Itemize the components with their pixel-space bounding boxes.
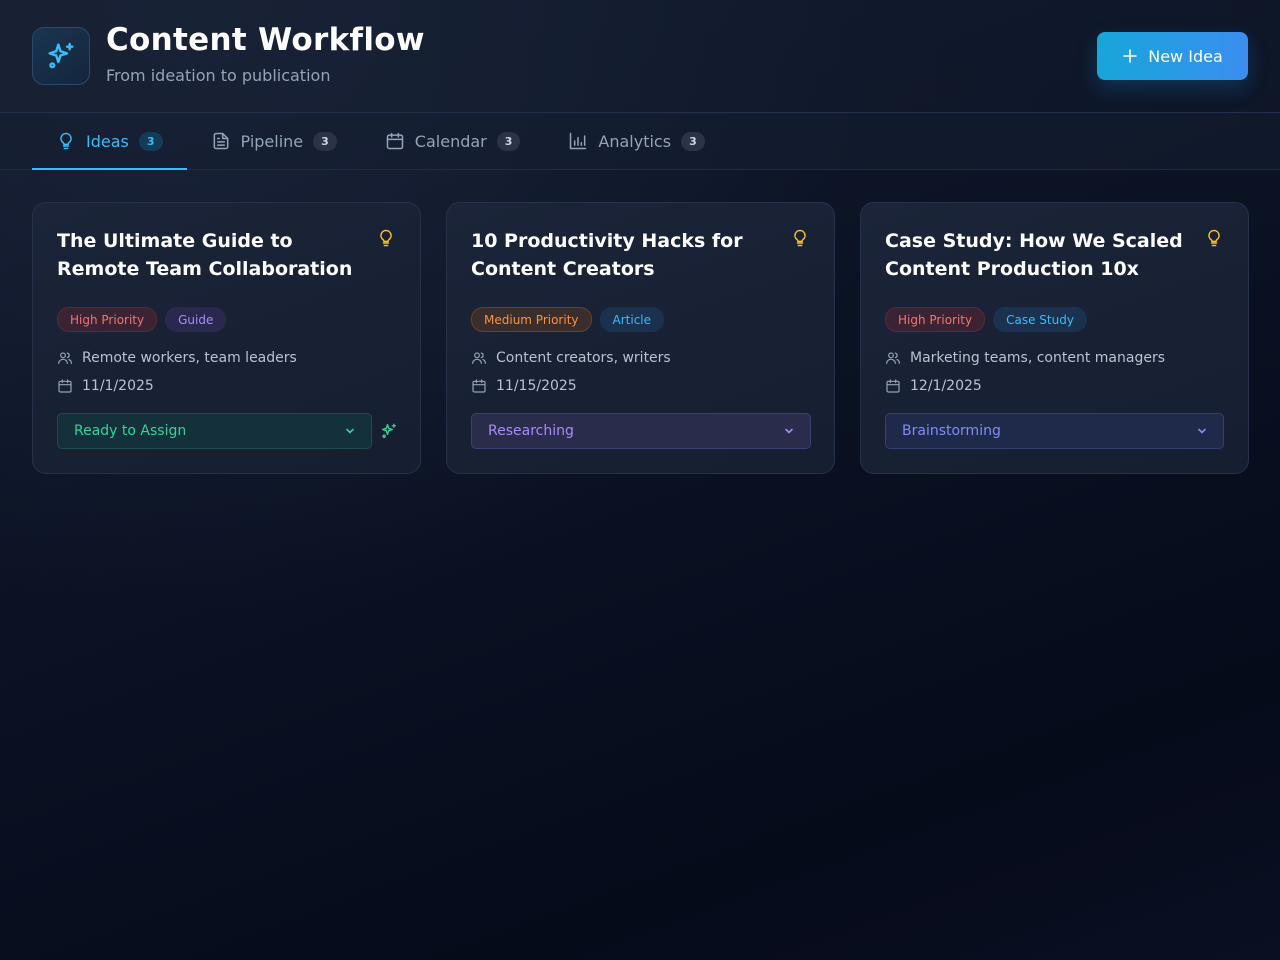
status-select[interactable]: Researching <box>471 413 811 449</box>
idea-title: 10 Productivity Hacks for Content Creato… <box>471 230 743 280</box>
idea-title: Case Study: How We Scaled Content Produc… <box>885 230 1183 280</box>
status-row: Ready to Assign <box>57 413 398 449</box>
new-idea-button[interactable]: New Idea <box>1097 32 1248 80</box>
audience-text: Marketing teams, content managers <box>910 350 1166 366</box>
bar-chart-icon <box>570 132 587 150</box>
idea-card[interactable]: 10 Productivity Hacks for Content Creato… <box>446 202 835 474</box>
calendar-icon <box>886 379 900 393</box>
chevron-down-icon <box>785 428 793 434</box>
content-type-badge: Guide <box>165 307 227 332</box>
plus-icon <box>1123 49 1138 63</box>
tag-list: Medium Priority Article <box>471 307 665 332</box>
date-row: 12/1/2025 <box>885 378 982 394</box>
tab-calendar[interactable]: Calendar 3 <box>361 113 545 169</box>
status-value: Researching <box>488 423 574 439</box>
tab-ideas[interactable]: Ideas 3 <box>32 113 187 170</box>
audience-row: Remote workers, team leaders <box>57 350 297 366</box>
new-idea-label: New Idea <box>1148 46 1223 66</box>
tab-label: Calendar <box>414 131 487 151</box>
app-header: Content Workflow From ideation to public… <box>0 0 1280 113</box>
tab-bar: Ideas 3 Pipeline 3 Calendar 3 Analytics … <box>0 113 1280 170</box>
tab-count-badge: 3 <box>496 131 521 151</box>
tab-analytics[interactable]: Analytics 3 <box>544 113 728 169</box>
document-icon <box>213 132 228 150</box>
sparkles-icon <box>48 42 74 69</box>
idea-card[interactable]: The Ultimate Guide to Remote Team Collab… <box>32 202 421 474</box>
sparkles-icon[interactable] <box>380 422 398 440</box>
calendar-icon <box>386 132 404 150</box>
users-icon <box>58 352 72 364</box>
audience-text: Content creators, writers <box>496 350 671 366</box>
tab-count-badge: 3 <box>681 131 705 151</box>
status-value: Ready to Assign <box>74 423 187 439</box>
status-value: Brainstorming <box>902 423 1001 439</box>
audience-row: Marketing teams, content managers <box>885 350 1165 366</box>
tab-count-badge: 3 <box>313 131 337 151</box>
page-title: Content Workflow <box>106 22 425 58</box>
idea-cards: The Ultimate Guide to Remote Team Collab… <box>32 202 1249 474</box>
page-subtitle: From ideation to publication <box>106 66 331 85</box>
content-type-badge: Article <box>599 307 665 332</box>
status-row: Brainstorming <box>885 413 1224 449</box>
lightbulb-icon <box>794 229 806 247</box>
status-row: Researching <box>471 413 811 449</box>
audience-text: Remote workers, team leaders <box>82 350 297 366</box>
idea-card[interactable]: Case Study: How We Scaled Content Produc… <box>860 202 1249 474</box>
priority-badge: High Priority <box>885 307 986 332</box>
lightbulb-icon <box>380 229 392 247</box>
app-logo <box>32 27 90 85</box>
calendar-icon <box>58 379 72 393</box>
chevron-down-icon <box>346 428 354 434</box>
tag-list: High Priority Case Study <box>885 307 1087 332</box>
status-select[interactable]: Brainstorming <box>885 413 1224 449</box>
chevron-down-icon <box>1198 428 1206 434</box>
tab-label: Analytics <box>598 131 672 151</box>
priority-badge: Medium Priority <box>471 307 592 332</box>
users-icon <box>472 352 486 364</box>
lightbulb-icon <box>60 132 72 150</box>
tab-label: Ideas <box>86 131 129 151</box>
content-type-badge: Case Study <box>993 307 1087 332</box>
tag-list: High Priority Guide <box>57 307 227 332</box>
tab-count-badge: 3 <box>138 131 163 151</box>
tab-label: Pipeline <box>240 131 304 151</box>
tab-pipeline[interactable]: Pipeline 3 <box>187 113 361 169</box>
due-date: 11/1/2025 <box>82 378 154 394</box>
calendar-icon <box>472 379 486 393</box>
date-row: 11/1/2025 <box>57 378 154 394</box>
users-icon <box>886 352 900 364</box>
idea-title: The Ultimate Guide to Remote Team Collab… <box>57 230 353 280</box>
due-date: 11/15/2025 <box>496 378 577 394</box>
priority-badge: High Priority <box>57 307 158 332</box>
due-date: 12/1/2025 <box>910 378 982 394</box>
lightbulb-icon <box>1208 229 1220 247</box>
date-row: 11/15/2025 <box>471 378 577 394</box>
status-select[interactable]: Ready to Assign <box>57 413 372 449</box>
audience-row: Content creators, writers <box>471 350 671 366</box>
